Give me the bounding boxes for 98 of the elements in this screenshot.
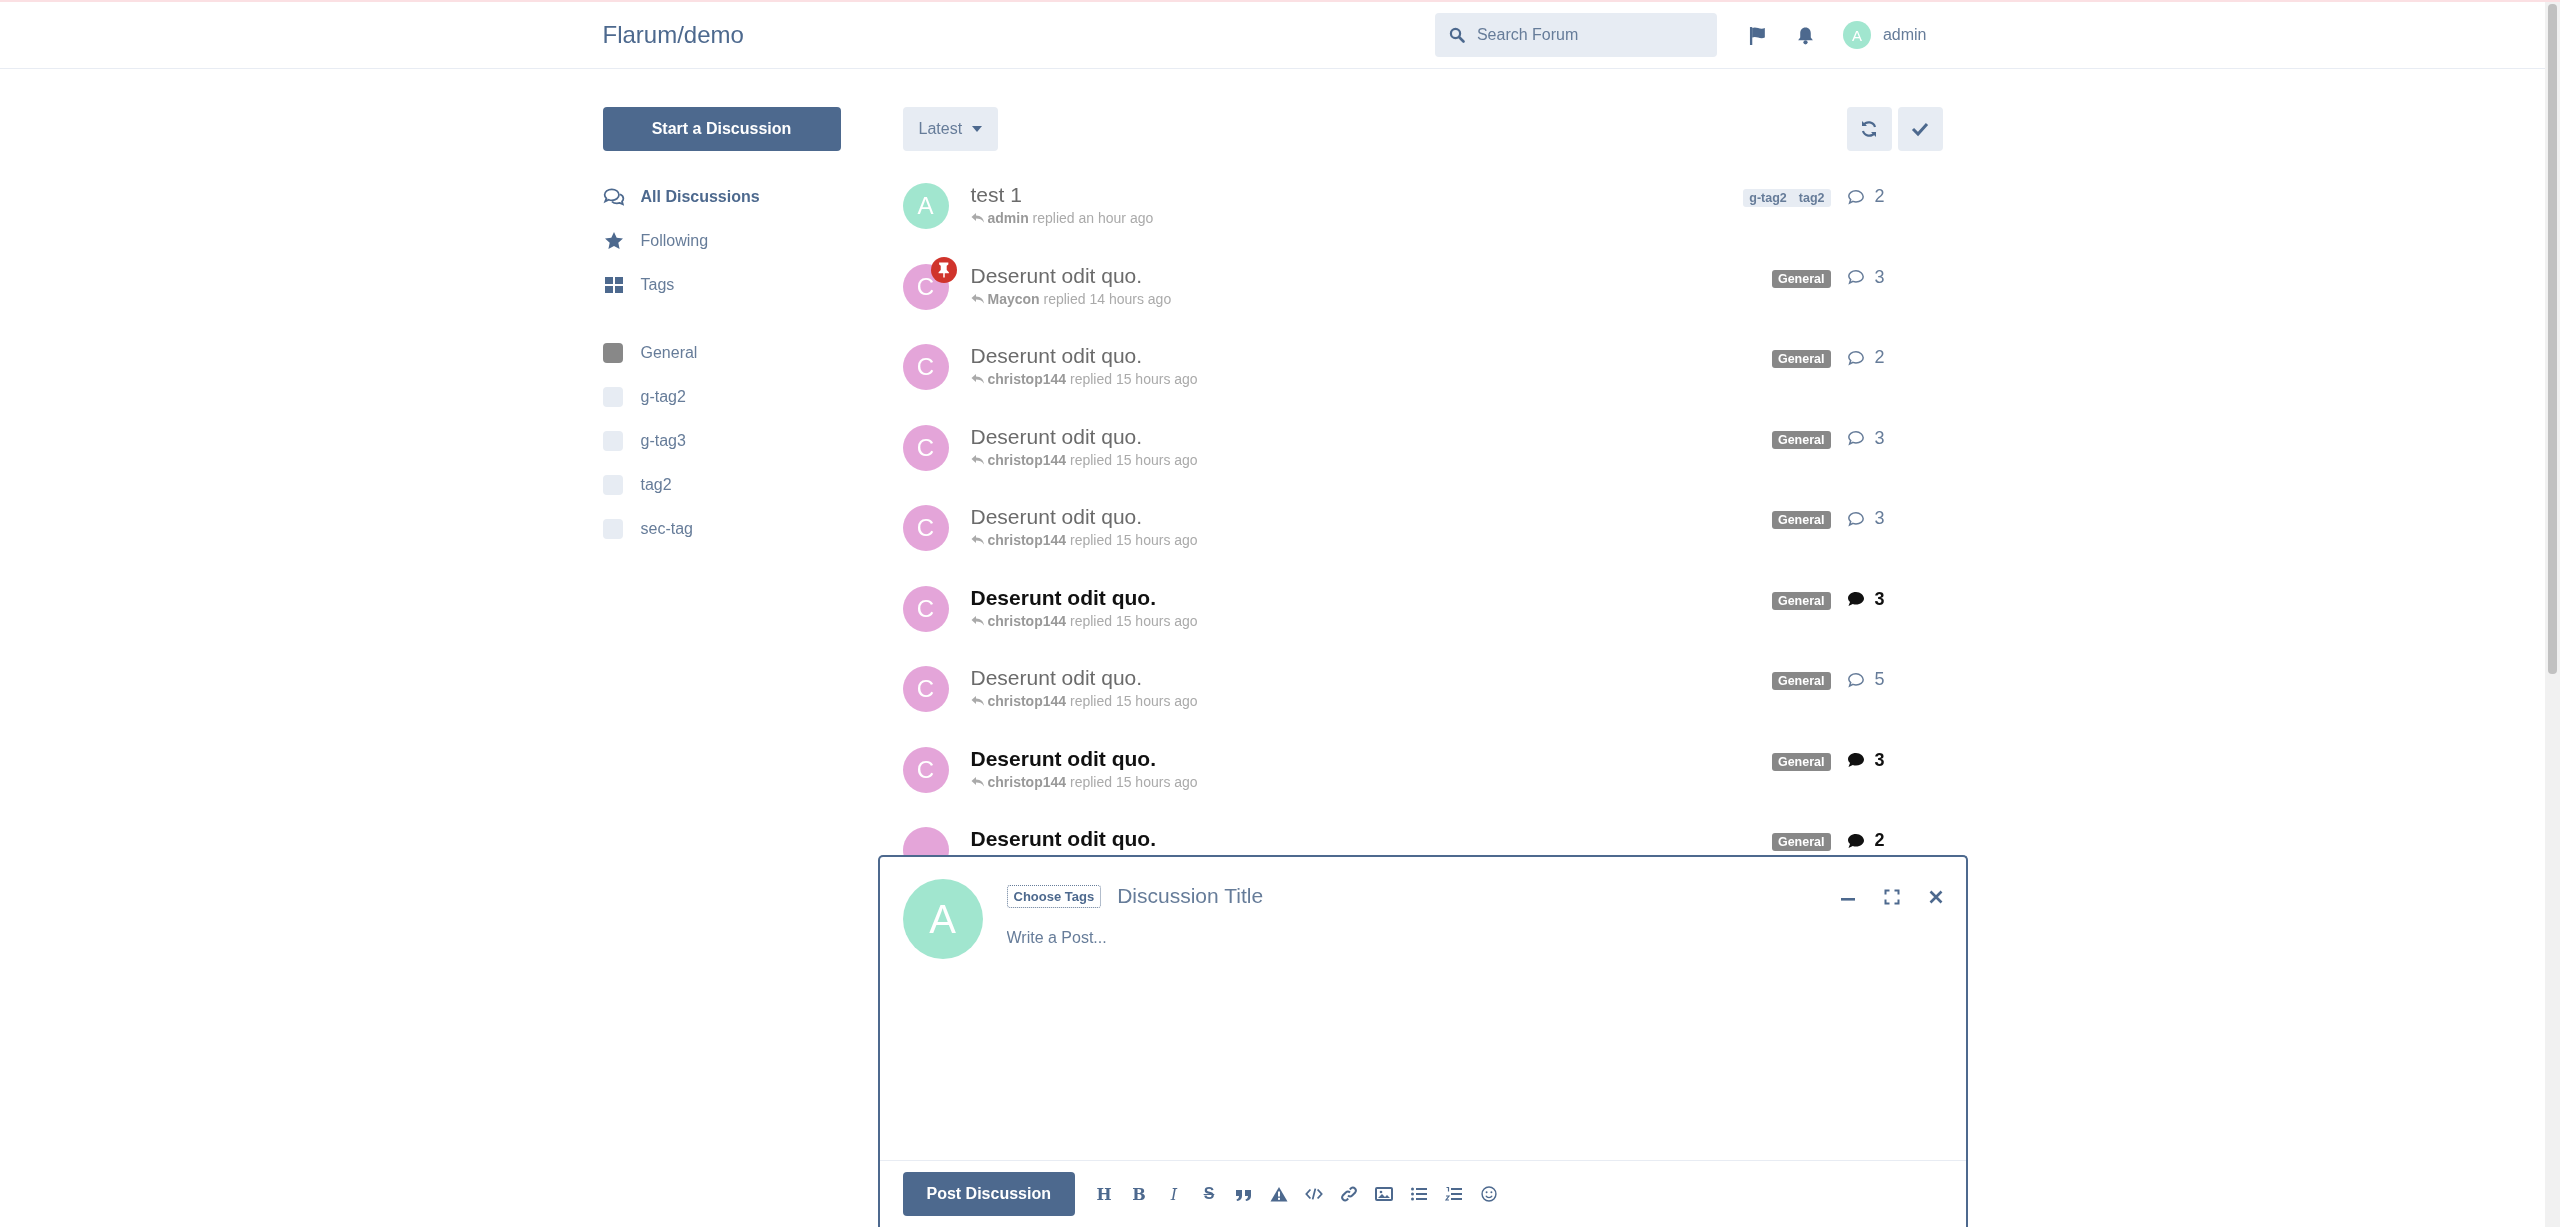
tag-label[interactable]: General — [1771, 672, 1831, 690]
tag-item[interactable]: sec-tag — [602, 517, 903, 541]
reply-info: christop144 replied 15 hours ago — [987, 451, 1198, 468]
comment-icon — [1846, 591, 1865, 607]
image-icon[interactable] — [1375, 1186, 1393, 1202]
tag-color-icon — [602, 475, 623, 495]
tag-label[interactable]: tag2 — [1792, 189, 1831, 207]
reply-info: christop144 replied 15 hours ago — [987, 612, 1198, 629]
tag-color-icon — [602, 431, 623, 451]
flag-icon[interactable] — [1748, 25, 1768, 45]
chat-bubbles-icon — [602, 187, 625, 207]
search-field[interactable]: Search Forum — [1434, 13, 1717, 57]
tag-label[interactable]: General — [1771, 269, 1831, 288]
reply-count: 3 — [1874, 266, 1885, 288]
close-icon[interactable] — [1927, 889, 1944, 905]
format-button[interactable]: B — [1130, 1184, 1148, 1204]
reply-icon — [970, 695, 985, 707]
warning-icon[interactable] — [1270, 1186, 1288, 1202]
scrollbar[interactable] — [2545, 2, 2560, 1227]
format-button[interactable]: S — [1200, 1185, 1218, 1203]
discussion-title[interactable]: Deserunt odit quo. — [970, 342, 1772, 370]
discussion-title[interactable]: Deserunt odit quo. — [970, 583, 1772, 612]
comment-icon — [1846, 188, 1865, 205]
reply-icon — [970, 534, 985, 546]
tag-item[interactable]: g-tag3 — [602, 429, 903, 453]
refresh-icon — [1859, 119, 1879, 139]
reply-icon — [970, 453, 985, 466]
reply-icon — [970, 292, 985, 305]
format-button[interactable]: H — [1095, 1184, 1113, 1204]
comment-icon — [1846, 349, 1865, 366]
reply-info: christop144 replied 15 hours ago — [987, 532, 1198, 548]
comment-icon — [1846, 430, 1865, 446]
bullet-list-icon[interactable] — [1410, 1186, 1428, 1202]
reply-count: 3 — [1874, 749, 1885, 771]
reply-info: admin replied an hour ago — [987, 210, 1154, 226]
composer-dialog[interactable]: A Choose Tags Discussion Title Write a Post... Post Discussion H B I S — [877, 855, 1968, 1227]
tag-label[interactable]: General — [1771, 591, 1831, 610]
smiley-icon[interactable] — [1480, 1186, 1498, 1202]
sort-dropdown[interactable]: Latest — [902, 107, 999, 151]
tag-label[interactable]: General — [1771, 350, 1831, 368]
reply-count: 3 — [1874, 427, 1885, 449]
forum-title[interactable]: Flarum/demo — [602, 21, 744, 49]
code-icon[interactable] — [1305, 1186, 1323, 1202]
reply-icon — [970, 775, 985, 788]
reply-icon — [970, 614, 985, 627]
start-discussion-button[interactable]: Start a Discussion — [602, 107, 841, 151]
reply-icon — [970, 212, 985, 224]
choose-tags-button[interactable]: Choose Tags — [1006, 884, 1102, 908]
tag-item[interactable]: g-tag2 — [602, 385, 903, 409]
discussion-title[interactable]: Deserunt odit quo. — [970, 503, 1772, 531]
reply-info: christop144 replied 15 hours ago — [987, 773, 1198, 790]
user-name[interactable]: admin — [1882, 26, 1927, 44]
caret-icon — [972, 126, 983, 132]
star-icon — [602, 231, 625, 251]
comment-icon — [1846, 752, 1865, 768]
grid-icon — [602, 275, 625, 295]
reply-info: christop144 replied 15 hours ago — [987, 371, 1198, 387]
user-avatar: A — [902, 879, 983, 959]
nav-item[interactable]: Following — [602, 229, 903, 253]
discussion-title[interactable]: Deserunt odit quo. — [970, 825, 1772, 853]
format-button[interactable]: I — [1165, 1184, 1183, 1204]
tag-item[interactable]: tag2 — [602, 473, 903, 497]
comment-icon — [1846, 832, 1865, 849]
nav-item[interactable]: All Discussions — [602, 185, 903, 209]
reply-icon — [970, 373, 985, 385]
fullscreen-icon[interactable] — [1883, 889, 1900, 905]
nav-item[interactable]: Tags — [602, 273, 903, 297]
tag-label[interactable]: General — [1771, 511, 1831, 529]
tag-color-icon — [602, 387, 623, 407]
reply-count: 3 — [1874, 588, 1885, 610]
tag-color-icon — [602, 519, 623, 539]
tag-label[interactable]: General — [1771, 752, 1831, 771]
refresh-button[interactable] — [1846, 107, 1892, 151]
reply-count: 2 — [1874, 830, 1885, 851]
tag-label[interactable]: g-tag2 — [1743, 189, 1793, 207]
discussion-title[interactable]: Deserunt odit quo. — [970, 261, 1772, 290]
comment-icon — [1846, 671, 1865, 688]
discussion-title[interactable]: Deserunt odit quo. — [970, 422, 1772, 451]
comment-icon — [1846, 269, 1865, 285]
tag-label[interactable]: General — [1771, 833, 1831, 851]
reply-count: 2 — [1874, 186, 1885, 207]
search-icon — [1448, 27, 1465, 43]
reply-info: Maycon replied 14 hours ago — [987, 290, 1172, 307]
reply-count: 5 — [1874, 669, 1885, 690]
numbered-list-icon[interactable] — [1445, 1186, 1463, 1202]
tag-label[interactable]: General — [1771, 430, 1831, 449]
mark-read-button[interactable] — [1897, 107, 1943, 151]
discussion-title[interactable]: Deserunt odit quo. — [970, 744, 1772, 773]
reply-info: christop144 replied 15 hours ago — [987, 693, 1198, 709]
discussion-title[interactable]: Deserunt odit quo. — [970, 664, 1772, 692]
reply-count: 3 — [1874, 508, 1885, 529]
discussion-title[interactable]: test 1 — [970, 181, 1744, 209]
post-discussion-button[interactable]: Post Discussion — [902, 1172, 1075, 1216]
search-input[interactable]: Search Forum — [1474, 25, 1703, 45]
link-icon[interactable] — [1340, 1186, 1358, 1202]
comment-icon — [1846, 510, 1865, 527]
tag-item[interactable]: General — [602, 341, 903, 365]
reply-count: 2 — [1874, 347, 1885, 368]
